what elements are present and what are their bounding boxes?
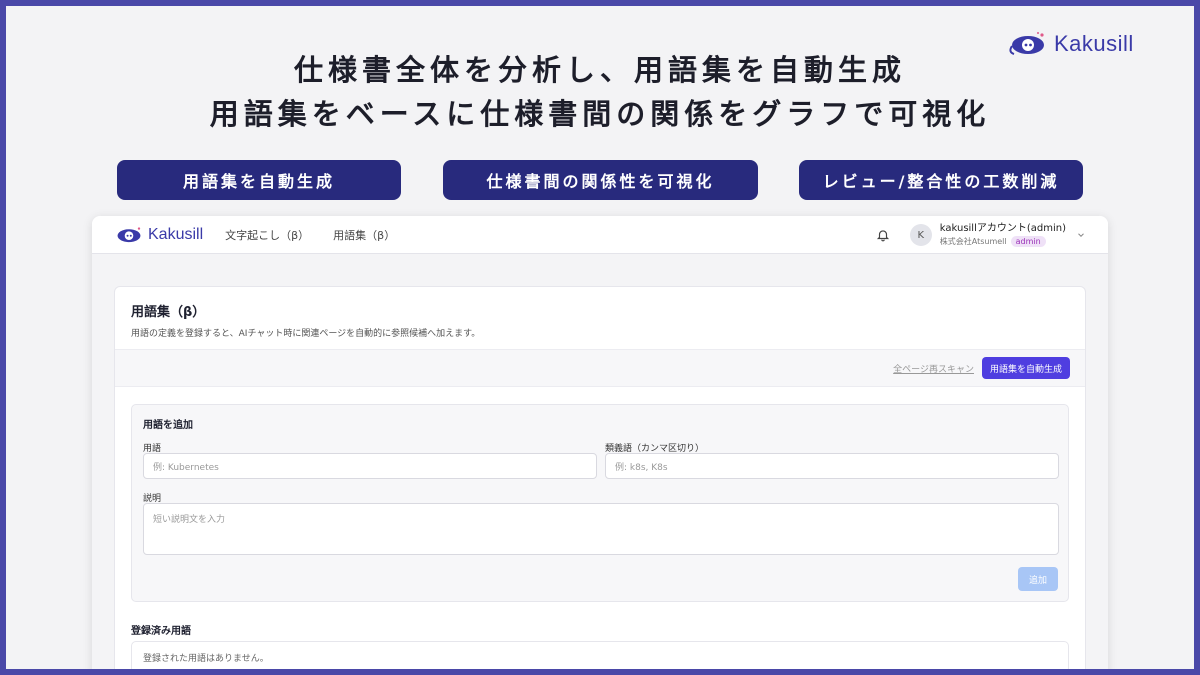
account-menu[interactable]: kakusillアカウント(admin) 株式会社Atsumell admin	[940, 222, 1066, 248]
headline-line-1: 仕様書全体を分析し、用語集を自動生成	[293, 53, 906, 87]
card-header: 用語集（β） 用語の定義を登録すると、AIチャット時に関連ページを自動的に参照候…	[115, 287, 1085, 349]
account-name: kakusillアカウント(admin)	[939, 223, 1066, 234]
app-window: Kakusill 文字起こし（β） 用語集（β） K kakusillアカウント…	[92, 216, 1108, 669]
rescan-all-button[interactable]: 全ページ再スキャン	[893, 362, 974, 375]
feature-pills: 用語集を自動生成 仕様書間の関係性を可視化 レビュー/整合性の工数削減	[6, 160, 1194, 200]
page-description: 用語の定義を登録すると、AIチャット時に関連ページを自動的に参照候補へ加えます。	[131, 329, 481, 339]
page-title: 用語集（β）	[131, 305, 206, 320]
nav-transcription[interactable]: 文字起こし（β）	[225, 227, 309, 243]
slide: Kakusill 仕様書全体を分析し、用語集を自動生成 用語集をベースに仕様書間…	[6, 6, 1194, 669]
app-logo[interactable]: Kakusill	[114, 225, 203, 245]
avatar[interactable]: K	[909, 224, 932, 246]
role-badge: admin	[1010, 236, 1046, 247]
headline: 仕様書全体を分析し、用語集を自動生成 用語集をベースに仕様書間の関係をグラフで可…	[6, 48, 1194, 136]
header-right: K kakusillアカウント(admin) 株式会社Atsumell admi…	[876, 216, 1086, 254]
glossary-card: 用語集（β） 用語の定義を登録すると、AIチャット時に関連ページを自動的に参照候…	[114, 286, 1086, 669]
app-header: Kakusill 文字起こし（β） 用語集（β） K kakusillアカウント…	[92, 216, 1108, 254]
registered-terms-empty: 登録された用語はありません。	[131, 641, 1069, 669]
chevron-down-icon[interactable]	[1076, 230, 1086, 240]
description-textarea[interactable]: 短い説明文を入力	[143, 503, 1059, 555]
term-input[interactable]: 例: Kubernetes	[143, 453, 597, 479]
account-org-row: 株式会社Atsumell admin	[940, 235, 1066, 248]
add-term-button[interactable]: 追加	[1018, 567, 1058, 591]
feature-pill-review: レビュー/整合性の工数削減	[799, 160, 1083, 200]
headline-line-2: 用語集をベースに仕様書間の関係をグラフで可視化	[209, 97, 991, 131]
feature-pill-visualize: 仕様書間の関係性を可視化	[443, 160, 758, 200]
registered-terms-title: 登録済み用語	[131, 626, 191, 637]
account-org: 株式会社Atsumell	[939, 237, 1007, 246]
app-logo-text: Kakusill	[148, 225, 204, 243]
mascot-icon	[117, 226, 141, 242]
add-term-panel: 用語を追加 用語 例: Kubernetes 類義語（カンマ区切り） 例: k8…	[131, 404, 1069, 602]
nav-glossary[interactable]: 用語集（β）	[333, 227, 395, 243]
feature-pill-autogen: 用語集を自動生成	[117, 160, 401, 200]
bell-icon[interactable]	[876, 228, 890, 242]
synonym-input[interactable]: 例: k8s, K8s	[605, 453, 1059, 479]
add-term-title: 用語を追加	[143, 420, 193, 431]
autogen-glossary-button[interactable]: 用語集を自動生成	[981, 357, 1070, 379]
card-toolbar: 全ページ再スキャン 用語集を自動生成	[115, 349, 1085, 387]
